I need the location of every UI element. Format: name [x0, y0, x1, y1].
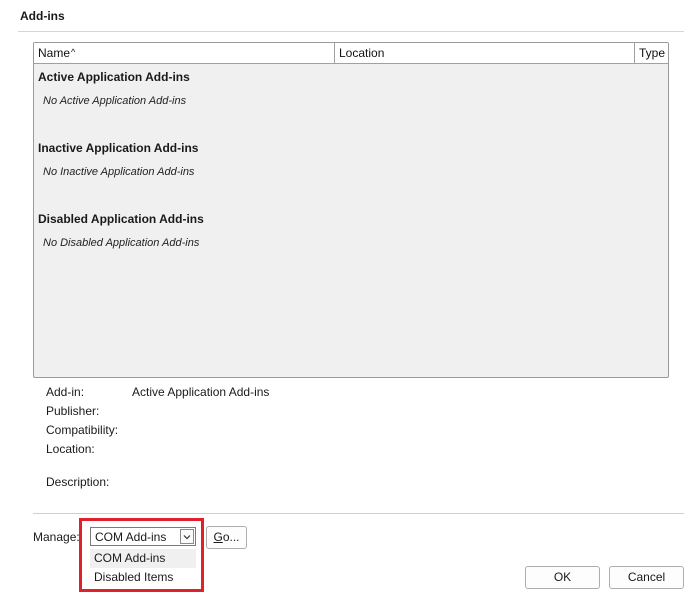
go-button-accesskey: G: [213, 530, 223, 544]
detail-addin-value: Active Application Add-ins: [132, 385, 270, 399]
highlight-annotation: [79, 518, 204, 592]
sort-ascending-icon: ^: [71, 47, 76, 57]
ok-button[interactable]: OK: [525, 566, 600, 589]
detail-publisher-label: Publisher:: [46, 404, 100, 418]
group-disabled-empty: No Disabled Application Add-ins: [43, 237, 200, 249]
cancel-button[interactable]: Cancel: [609, 566, 684, 589]
detail-location-label: Location:: [46, 442, 95, 456]
group-active-empty: No Active Application Add-ins: [43, 95, 187, 107]
column-header-name-label: Name: [38, 46, 71, 60]
go-button-label: o...: [222, 530, 240, 544]
section-title: Add-ins: [20, 9, 65, 23]
column-header-location[interactable]: Location: [335, 43, 635, 63]
column-header-name[interactable]: Name^: [34, 43, 335, 63]
detail-addin-label: Add-in:: [46, 385, 85, 399]
addins-options-page: Add-ins Name^ Location Type Active Appli…: [0, 0, 690, 595]
column-header-type[interactable]: Type: [635, 43, 668, 63]
manage-label: Manage:: [33, 530, 80, 544]
go-button[interactable]: Go...: [206, 526, 247, 549]
group-active-title: Active Application Add-ins: [38, 70, 190, 84]
group-inactive-title: Inactive Application Add-ins: [38, 141, 199, 155]
list-header: Name^ Location Type: [34, 43, 668, 64]
detail-description-label: Description:: [46, 475, 110, 489]
title-divider: [18, 31, 684, 32]
addins-list[interactable]: Name^ Location Type Active Application A…: [33, 42, 669, 378]
group-disabled-title: Disabled Application Add-ins: [38, 212, 204, 226]
detail-compatibility-label: Compatibility:: [46, 423, 119, 437]
bottom-divider: [33, 513, 684, 514]
group-inactive-empty: No Inactive Application Add-ins: [43, 166, 195, 178]
